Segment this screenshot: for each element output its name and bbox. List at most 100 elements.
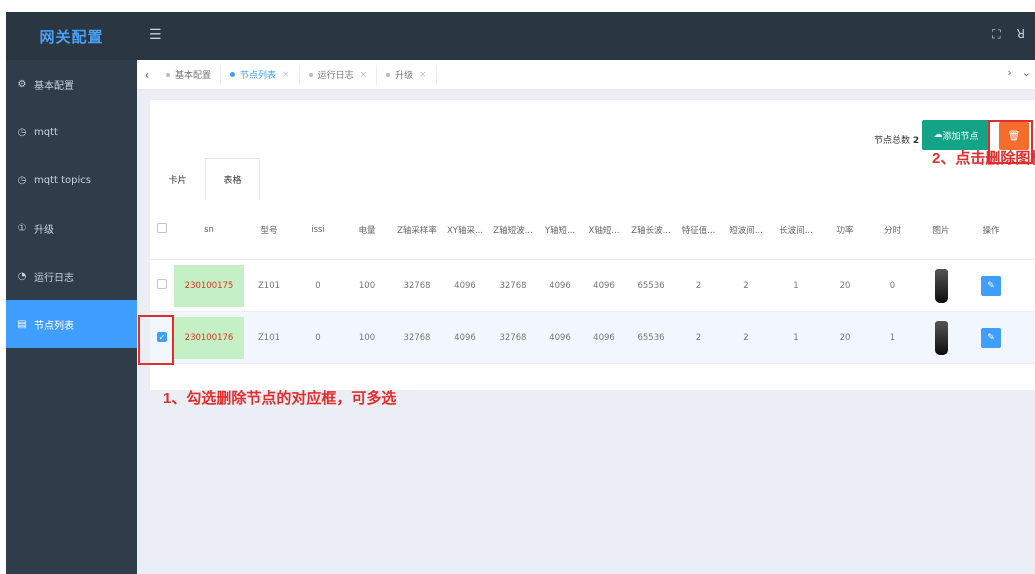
column-header: Z轴短波... — [493, 225, 533, 236]
table-cell: 1 — [793, 332, 799, 343]
sidebar-item-label: mqtt — [34, 126, 58, 138]
table-cell: 4096 — [593, 280, 615, 291]
annotation-step1: 1、勾选删除节点的对应框，可多选 — [163, 390, 397, 407]
sn-cell-wrap: 230100175 — [174, 264, 244, 307]
sn-cell: 230100175 — [174, 264, 244, 307]
view-tabs: 卡片 表格 — [150, 158, 260, 200]
tags-bar: ‹ 基本配置 节点列表 × 运行日志 × 升级 × › ⌄ — [137, 60, 1035, 90]
user-icon[interactable]: ꓤ — [1017, 27, 1025, 42]
table-cell: 2 — [695, 332, 702, 343]
node-count-value: 2 — [912, 136, 920, 146]
table-cell: 2 — [743, 280, 749, 291]
add-node-label: 添加节点 — [942, 131, 979, 142]
edit-button[interactable]: ✎ — [981, 275, 1001, 296]
header-checkbox-cell — [150, 223, 174, 236]
table-cell: 0 — [889, 280, 896, 291]
sidebar-item-upgrade[interactable]: ① 升级 — [6, 204, 137, 252]
pencil-icon: ✎ — [987, 332, 995, 343]
node-table: sn 型号 issi 电量 Z轴采样率 XY轴采... Z轴短波... Y轴短.… — [150, 200, 1035, 364]
close-icon[interactable]: × — [282, 70, 290, 80]
table-cell: 100 — [358, 280, 376, 291]
sidebar-item-label: 基本配置 — [34, 80, 74, 92]
table-cell: 32768 — [499, 332, 527, 343]
column-header: sn — [204, 224, 214, 235]
tag-label: 运行日志 — [317, 71, 354, 81]
table-cell: 32768 — [403, 332, 431, 343]
tag-upgrade[interactable]: 升级 × — [377, 64, 437, 85]
edit-button[interactable]: ✎ — [981, 327, 1001, 348]
clock-icon: ◔ — [17, 270, 27, 282]
sidebar-item-mqtt[interactable]: ◷ mqtt — [6, 108, 137, 156]
chevron-left-icon[interactable]: ‹ — [137, 68, 157, 82]
sn-cell: 230100176 — [174, 316, 244, 359]
node-count-label: 节点总数 — [874, 136, 911, 146]
add-node-button[interactable]: ☁ 添加节点 — [922, 120, 990, 150]
node-count: 节点总数 2 — [874, 133, 919, 146]
tab-table[interactable]: 表格 — [205, 158, 260, 200]
cloud-icon: ☁ — [933, 130, 943, 140]
tag-node-list[interactable]: 节点列表 × — [221, 64, 300, 85]
device-image — [934, 320, 948, 355]
mqtt-icon: ◷ — [17, 126, 27, 138]
sidebar-item-run-log[interactable]: ◔ 运行日志 — [6, 252, 137, 300]
table-cell: 4096 — [454, 280, 476, 291]
tag-label: 升级 — [395, 71, 414, 81]
table-cell: 20 — [839, 280, 851, 291]
row-checkbox[interactable] — [157, 279, 167, 289]
app-title: 网关配置 — [6, 12, 137, 60]
upgrade-icon: ① — [17, 222, 27, 234]
column-header: Z轴长波... — [631, 225, 671, 236]
dot-icon — [166, 72, 170, 77]
main-panel: 节点总数 2 ☁ 添加节点 🗑 卡片 表格 sn 型号 issi 电量 Z轴采样… — [150, 100, 1035, 390]
chevron-right-icon[interactable]: › — [1007, 66, 1011, 79]
hamburger-icon[interactable]: ☰ — [149, 27, 162, 43]
image-cell — [916, 268, 966, 303]
table-row[interactable]: ✓ 230100176 Z101 0 100 32768 4096 32768 … — [150, 312, 1035, 364]
list-icon: ▤ — [17, 318, 27, 330]
tag-run-log[interactable]: 运行日志 × — [300, 64, 378, 85]
table-cell: 4096 — [593, 332, 615, 343]
table-cell: 2 — [743, 332, 749, 343]
column-header: Z轴采样率 — [397, 225, 437, 236]
tab-card[interactable]: 卡片 — [150, 158, 205, 200]
tag-basic-config[interactable]: 基本配置 — [157, 64, 222, 85]
table-cell: 4096 — [549, 280, 571, 291]
device-image — [934, 268, 948, 303]
action-cell: ✎ — [966, 275, 1016, 296]
table-cell: 4096 — [549, 332, 571, 343]
column-header: Y轴短... — [544, 225, 576, 236]
table-cell: 1 — [889, 332, 896, 343]
pencil-icon: ✎ — [987, 280, 995, 291]
table-row[interactable]: 230100175 Z101 0 100 32768 4096 32768 40… — [150, 260, 1035, 312]
table-cell: 2 — [695, 280, 702, 291]
dot-icon — [386, 72, 391, 77]
close-icon[interactable]: × — [419, 70, 427, 80]
table-cell: 65536 — [637, 280, 665, 291]
sidebar-item-label: mqtt topics — [34, 174, 91, 186]
row-checkbox-cell — [150, 279, 174, 292]
fullscreen-icon[interactable]: ⛶ — [992, 27, 1000, 42]
dot-icon — [308, 72, 313, 77]
sidebar: 网关配置 ⚙ 基本配置 ◷ mqtt ◷ mqtt topics ① 升级 ◔ … — [6, 12, 137, 574]
table-cell: 32768 — [403, 280, 431, 291]
select-all-checkbox[interactable] — [157, 223, 167, 233]
annotation-step2: 2、点击删除图标 — [932, 150, 1035, 167]
sidebar-item-node-list[interactable]: ▤ 节点列表 — [6, 300, 137, 348]
tag-label: 基本配置 — [175, 71, 212, 81]
table-cell: 100 — [358, 332, 376, 343]
mqtt-topics-icon: ◷ — [17, 174, 27, 186]
tag-label: 节点列表 — [240, 71, 277, 81]
action-cell: ✎ — [966, 327, 1016, 348]
column-header: issi — [311, 224, 325, 235]
chevron-down-icon[interactable]: ⌄ — [1022, 66, 1031, 79]
sidebar-item-basic-config[interactable]: ⚙ 基本配置 — [6, 60, 137, 108]
column-header: 功率 — [836, 225, 854, 236]
column-header: XY轴采... — [446, 225, 484, 236]
gear-icon: ⚙ — [17, 78, 27, 90]
table-header: sn 型号 issi 电量 Z轴采样率 XY轴采... Z轴短波... Y轴短.… — [150, 200, 1035, 260]
table-cell: 0 — [315, 280, 321, 291]
sidebar-item-mqtt-topics[interactable]: ◷ mqtt topics — [6, 156, 137, 204]
column-header: 图片 — [932, 225, 950, 236]
column-header: 型号 — [260, 225, 278, 236]
close-icon[interactable]: × — [360, 70, 368, 80]
